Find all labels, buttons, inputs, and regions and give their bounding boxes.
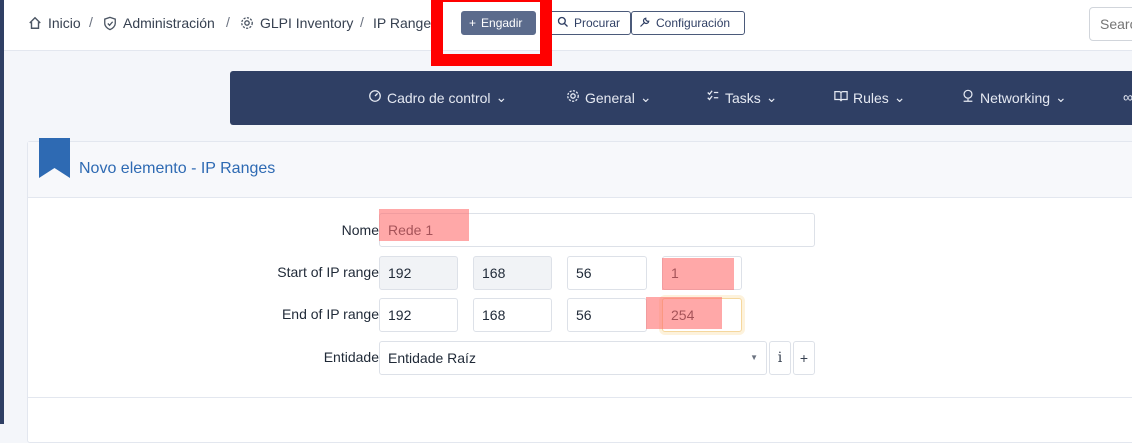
add-button-label: Engadir [481,16,523,30]
divider [27,397,1132,398]
name-label: Nome [341,222,379,238]
dashboard-icon [368,89,382,106]
nav-item-tasks[interactable]: Tasks ⌄ [706,89,778,106]
start-ip-label: Start of IP range [277,264,379,280]
plus-icon: + [469,16,477,30]
search-button-label: Procurar [574,16,621,30]
entity-info-button[interactable]: i [769,341,791,375]
breadcrumb-admin-label: Administración [123,15,215,31]
nav-item-label: Tasks [725,89,761,106]
nav-item-label: Networking [980,89,1051,106]
link-icon: ∞ [1123,89,1132,105]
breadcrumb-separator: / [89,14,93,30]
global-search-input[interactable] [1089,7,1132,41]
breadcrumb-separator: / [226,14,230,30]
info-icon: i [777,350,783,366]
entity-select[interactable]: Entidade Raíz ▼ [379,341,767,375]
breadcrumb-home[interactable]: Inicio [28,15,81,31]
nav-item-overflow[interactable]: ∞ [1123,89,1132,105]
nav-item-rules[interactable]: Rules ⌄ [834,89,906,106]
breadcrumb-plugin[interactable]: GLPI Inventory [240,15,353,31]
tasks-icon [706,89,720,106]
chevron-down-icon: ⌄ [765,89,778,105]
end-octet-3[interactable] [567,298,647,332]
add-button[interactable]: + Engadir [461,11,536,35]
caret-down-icon: ▼ [750,353,758,362]
book-icon [834,89,848,106]
nav-item-dashboard[interactable]: Cadro de control ⌄ [368,89,507,106]
breadcrumb-plugin-label: GLPI Inventory [260,15,354,31]
end-ip-label: End of IP range [281,306,379,322]
name-field[interactable] [379,213,815,247]
wrench-icon [639,16,651,31]
nav-item-general[interactable]: General ⌄ [566,89,652,106]
entity-add-button[interactable]: + [793,341,815,375]
end-octet-4[interactable] [662,298,742,332]
configuration-button-label: Configuración [656,16,731,30]
home-icon [28,16,42,30]
top-header: Inicio / Administración / GLPI Inventory… [4,0,1132,51]
nav-item-label: Cadro de control [387,89,491,106]
left-sidebar-edge [0,0,4,424]
nav-item-label: General [585,89,635,106]
plus-icon: + [799,350,809,366]
start-octet-3[interactable] [567,256,647,290]
chevron-down-icon: ⌄ [893,89,906,105]
start-octet-1[interactable] [379,256,458,290]
chevron-down-icon: ⌄ [639,89,652,105]
breadcrumb-separator: / [360,14,364,30]
form-title: Novo elemento - IP Ranges [79,160,276,177]
end-octet-2[interactable] [473,298,552,332]
breadcrumb-current-label: IP Ranges [373,15,439,31]
nav-item-label: Rules [853,89,889,106]
end-octet-1[interactable] [379,298,458,332]
card-header: Novo elemento - IP Ranges [28,138,1132,198]
chevron-down-icon: ⌄ [1055,89,1067,105]
breadcrumb-current[interactable]: IP Ranges [373,15,438,31]
gear-icon [566,89,580,106]
start-octet-2[interactable] [473,256,552,290]
network-icon [961,89,975,106]
entity-label: Entidade [323,349,379,365]
nav-item-networking[interactable]: Networking ⌄ [961,89,1067,106]
bookmark-icon [39,138,70,181]
search-button[interactable]: Procurar [549,11,631,35]
entity-select-value: Entidade Raíz [388,350,476,366]
chevron-down-icon: ⌄ [495,89,508,105]
main-navigation: Cadro de control ⌄ General ⌄ Tasks ⌄ Rul… [230,71,1132,125]
search-icon [557,16,569,31]
start-octet-4[interactable] [662,256,742,290]
configuration-button[interactable]: Configuración [631,11,745,35]
breadcrumb-home-label: Inicio [48,15,81,31]
gear-icon [240,16,254,30]
shield-icon [103,16,117,31]
breadcrumb-admin[interactable]: Administración [103,15,215,31]
